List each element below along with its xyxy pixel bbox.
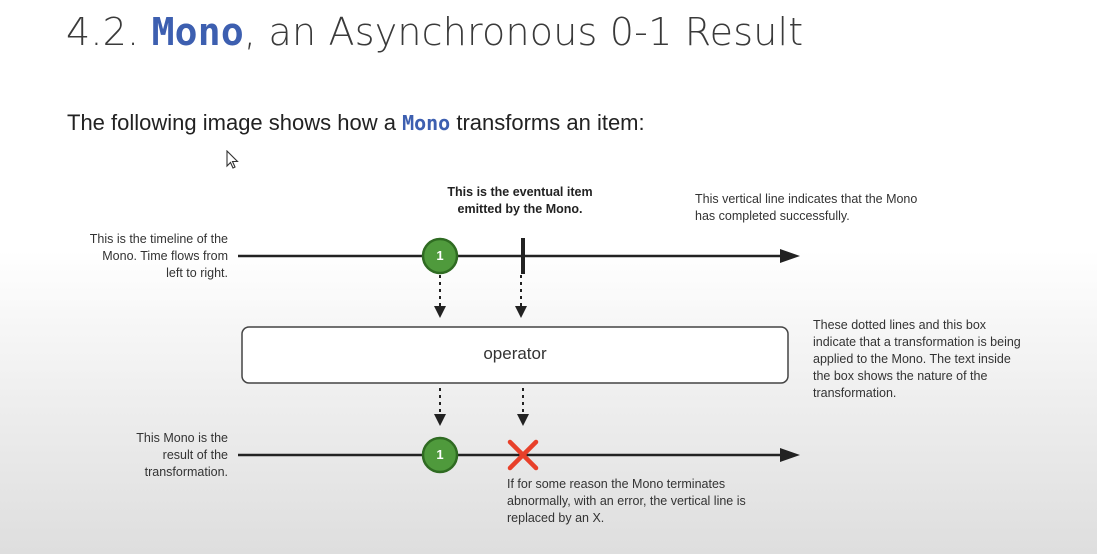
operator-note: These dotted lines and this box indicate… <box>813 317 1083 402</box>
completion-note-line: This vertical line indicates that the Mo… <box>695 192 918 206</box>
source-timeline-arrowhead <box>780 249 800 263</box>
result-timeline-arrowhead <box>780 448 800 462</box>
result-note-line: This Mono is the <box>136 431 228 445</box>
operator-note-line: indicate that a transformation is being <box>813 335 1021 349</box>
error-note-line: replaced by an X. <box>507 511 605 525</box>
operator-note-line: the box shows the nature of the <box>813 369 988 383</box>
error-note-line: abnormally, with an error, the vertical … <box>507 494 746 508</box>
dotted-arrow-item-in-head <box>434 306 446 318</box>
item-note-line: emitted by the Mono. <box>457 202 583 216</box>
item-note-line: This is the eventual item <box>447 185 593 199</box>
source-marble-label: 1 <box>436 248 444 263</box>
result-note-line: result of the <box>162 448 228 462</box>
operator-note-line: These dotted lines and this box <box>813 318 987 332</box>
timeline-note-line: This is the timeline of the <box>89 232 228 246</box>
operator-note-line: transformation. <box>813 386 897 400</box>
error-note: If for some reason the Mono terminates a… <box>507 476 827 527</box>
result-marble-label: 1 <box>436 447 444 462</box>
dotted-arrow-error-out-head <box>517 414 529 426</box>
item-note: This is the eventual item emitted by the… <box>400 184 640 218</box>
operator-label: operator <box>483 344 547 363</box>
dotted-arrow-item-out-head <box>434 414 446 426</box>
result-note-line: transformation. <box>144 465 228 479</box>
completion-note-line: has completed successfully. <box>695 209 850 223</box>
result-note: This Mono is the result of the transform… <box>60 430 228 481</box>
timeline-note-line: left to right. <box>166 266 228 280</box>
operator-note-line: applied to the Mono. The text inside <box>813 352 1011 366</box>
timeline-note-line: Mono. Time flows from <box>102 249 228 263</box>
error-note-line: If for some reason the Mono terminates <box>507 477 726 491</box>
timeline-note: This is the timeline of the Mono. Time f… <box>40 231 228 282</box>
dotted-arrow-complete-in-head <box>515 306 527 318</box>
completion-note: This vertical line indicates that the Mo… <box>695 191 995 225</box>
